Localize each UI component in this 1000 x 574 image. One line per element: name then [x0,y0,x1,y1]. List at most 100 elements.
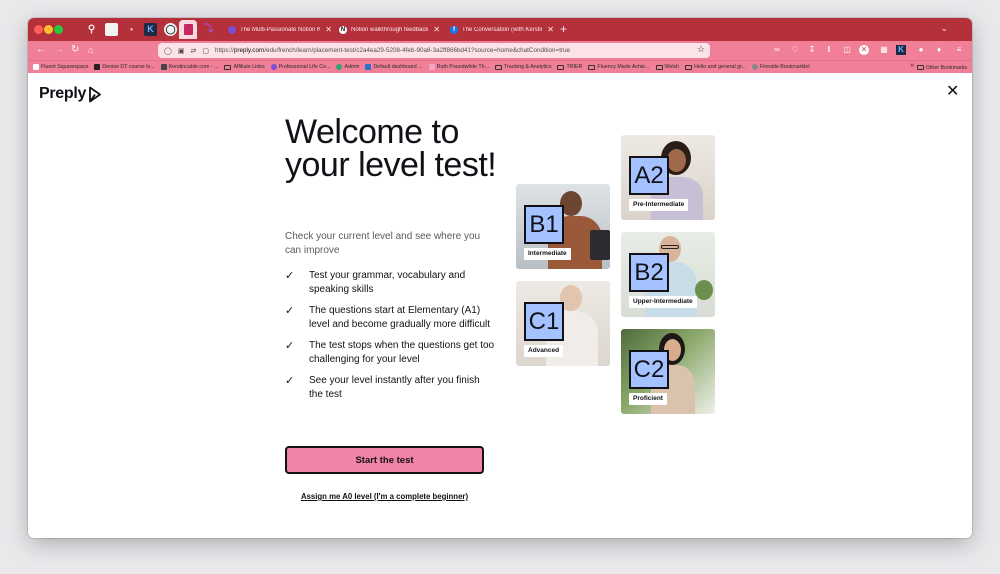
feature-item: ✓ The test stops when the questions get t… [285,339,495,367]
notion-kit-icon [228,25,236,34]
level-code-badge: A2 [629,156,669,195]
squarespace-icon [33,64,39,70]
tab-list-chevron-icon[interactable]: ⌄ [940,23,948,34]
facebook-icon: f [450,25,458,34]
bookmark-item[interactable]: Professional Life Co... [270,64,330,70]
close-tab-icon[interactable]: ✕ [325,25,332,34]
level-code-badge: C2 [629,350,669,389]
pocket-icon[interactable]: ♡ [790,45,800,55]
new-tab-button[interactable]: + [560,22,567,36]
check-icon: ✓ [285,340,295,352]
url-domain: preply.com [233,47,265,54]
window-maximize-button[interactable] [54,25,63,34]
bookmark-item[interactable]: Denise DT course lo... [94,64,155,70]
pinned-tab-active-icon[interactable] [179,20,197,39]
tab-notion-feedback[interactable]: N Notion walkthrough feedback ✕ [339,18,443,41]
tab-conversation[interactable]: f The Conversation (with Kerstin ✕ [450,18,554,41]
address-bar[interactable]: ◯ ▣ ⇄ ▢ https://preply.com/edu/french/le… [158,43,710,58]
pinned-tab-k-icon[interactable]: K [144,23,157,36]
close-tab-icon[interactable]: ✕ [547,25,554,34]
forward-arrow-icon[interactable]: → [54,43,64,57]
site-icon [365,64,372,70]
bookmark-label: Other Bookmarks [925,64,967,71]
level-code-badge: B1 [524,205,564,244]
navigation-bar: ← → ↻ ⌂ ◯ ▣ ⇄ ▢ https://preply.com/edu/f… [28,41,972,60]
folder-icon [685,64,693,70]
shield-icon[interactable]: ◯ [164,47,172,55]
browser-window: ⚲ • K ◯ ⤵ The Multi-Passionate Notion Ki… [28,18,972,538]
feature-item: ✓ See your level instantly after you fini… [285,374,495,402]
bookmark-item[interactable]: Ruth Poundwhite Th... [428,64,489,70]
check-icon: ✓ [285,375,295,387]
pinned-tab-zoom-icon[interactable]: ⚲ [85,23,98,36]
bookmark-label: Welsh [664,64,680,70]
pinned-tab-bolt-icon[interactable]: ⤵ [202,23,215,36]
bookmark-folder[interactable]: Hello and general gr... [685,64,746,70]
extension-globe-icon[interactable]: ● [916,45,926,55]
site-icon [160,64,167,70]
bookmark-label: Affiliate Links [233,64,265,70]
url-path: /edu/french/learn/placement-test/c2a4ea2… [264,47,571,54]
bookmark-folder[interactable]: Tracking & Analytics [494,64,552,70]
bookmark-label: Denise DT course lo... [102,64,155,70]
other-bookmarks-folder[interactable]: Other Bookmarks [916,61,967,73]
preply-logo[interactable]: Preply [39,85,103,103]
downloads-icon[interactable]: ↧ [807,45,817,55]
bookmark-label: Tracking & Analytics [503,64,552,70]
sidebar-icon[interactable]: ◫ [842,45,852,55]
level-name-label: Advanced [524,345,564,357]
check-icon: ✓ [285,270,295,282]
home-icon[interactable]: ⌂ [88,43,93,57]
level-name-label: Proficient [629,393,667,405]
permissions-icon[interactable]: ⇄ [190,47,196,55]
bookmark-folder[interactable]: Affiliate Links [224,64,265,70]
bookmark-item[interactable]: Fireside Bookmarklet [751,64,810,70]
level-name-label: Upper-Intermediate [629,296,697,308]
lock-icon[interactable]: ▣ [178,47,185,55]
assign-a0-level-link[interactable]: Assign me A0 level (I'm a complete begin… [285,492,484,501]
extension-k-icon[interactable]: K [896,45,906,55]
pinned-tab-circle-icon[interactable]: ◯ [164,23,177,36]
extension-grid-icon[interactable]: ▦ [879,45,889,55]
close-icon[interactable]: ✕ [946,84,959,100]
logo-text: Preply [39,85,87,102]
window-minimize-button[interactable] [44,25,53,34]
extension-circle-icon[interactable]: ✕ [859,45,869,55]
bookmark-label: Fireside Bookmarklet [759,64,810,70]
back-arrow-icon[interactable]: ← [36,43,46,57]
extension-glasses-icon[interactable]: ∞ [772,45,782,55]
library-icon[interactable]: ‖ [824,45,834,55]
reader-icon[interactable]: ▢ [202,47,209,55]
page-content: Preply ✕ Welcome to your level test! Che… [28,74,972,538]
window-close-button[interactable] [34,25,43,34]
bookmarks-bar: Fluent Squarespace Denise DT course lo..… [28,60,972,73]
reload-icon[interactable]: ↻ [71,43,79,57]
preply-logo-icon [89,86,102,102]
tab-notion-kit[interactable]: The Multi-Passionate Notion Kit ✕ [228,18,332,41]
feature-list: ✓ Test your grammar, vocabulary and speak… [285,269,495,409]
bookmark-label: Kerstincable.com - ... [168,64,219,70]
bookmark-item[interactable]: Fluent Squarespace [33,64,88,70]
folder-icon [588,64,596,70]
start-test-button[interactable]: Start the test [285,446,484,474]
menu-hamburger-icon[interactable]: ≡ [954,45,964,55]
pinned-tab-dot-icon[interactable]: • [125,23,138,36]
close-tab-icon[interactable]: ✕ [433,25,440,34]
site-icon [270,64,277,70]
bookmark-item[interactable]: Default dashboard ... [365,64,423,70]
bookmark-label: Fluency Made Achie... [597,64,650,70]
page-subtitle: Check your current level and see where y… [285,231,481,256]
bookmark-folder[interactable]: TRIER [557,64,582,70]
level-code-badge: C1 [524,302,564,341]
plant-shape [695,280,713,300]
more-bookmarks-chevron-icon[interactable]: » [910,62,914,69]
level-name-label: Pre-Intermediate [629,199,689,211]
bookmark-folder[interactable]: Welsh [655,64,680,70]
bookmark-folder[interactable]: Fluency Made Achie... [588,64,650,70]
pinned-tab-page-icon[interactable] [105,23,118,36]
extensions-puzzle-icon[interactable]: ♦ [934,45,944,55]
bookmark-star-icon[interactable]: ☆ [697,44,705,55]
tab-title: The Multi-Passionate Notion Kit [240,26,321,33]
bookmark-item[interactable]: Kerstincable.com - ... [160,64,219,70]
bookmark-item[interactable]: Admin [336,64,359,70]
